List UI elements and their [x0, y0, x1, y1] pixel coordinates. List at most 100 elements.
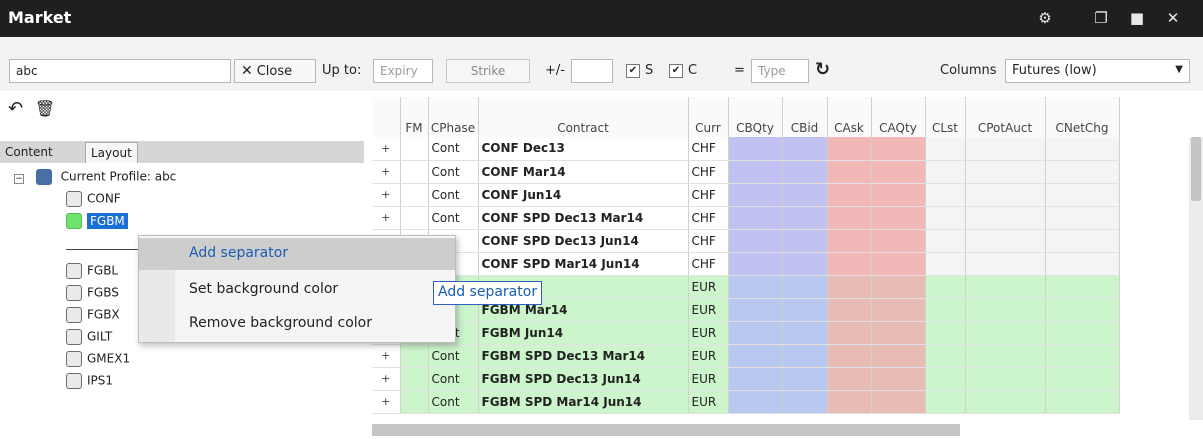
expand-row-icon[interactable]: +: [372, 390, 401, 414]
column-header[interactable]: Contract: [478, 97, 689, 137]
tree-item[interactable]: FGBL: [66, 263, 118, 281]
table-row[interactable]: + Cont CONF SPD Dec13 Mar14 CHF: [372, 206, 1120, 230]
table-cell-curr: EUR: [688, 344, 729, 368]
table-cell-cbqty: [728, 298, 783, 322]
table-cell-fm: [400, 390, 429, 414]
table-cell-cbid: [782, 390, 828, 414]
table-cell-cnetchg: [1045, 252, 1120, 276]
table-row[interactable]: + Cont FGBM SPD Dec13 Mar14 EUR: [372, 344, 1120, 368]
menu-item-add-separator[interactable]: Add separator: [139, 238, 455, 270]
expand-row-icon[interactable]: +: [372, 344, 401, 368]
columns-label: Columns: [940, 63, 997, 78]
table-row[interactable]: + Cont FGBM SPD Dec13 Jun14 EUR: [372, 367, 1120, 391]
table-cell-caqty: [871, 252, 926, 276]
column-header[interactable]: CLst: [925, 97, 966, 137]
s-checkbox[interactable]: ✔: [626, 64, 640, 78]
expand-row-icon[interactable]: +: [372, 183, 401, 207]
trash-icon[interactable]: 🗑: [35, 99, 55, 118]
columns-select[interactable]: Futures (low) ▼: [1005, 59, 1190, 83]
expiry-field[interactable]: Expiry: [373, 59, 433, 83]
table-cell-fm: [400, 344, 429, 368]
table-cell-cbqty: [728, 344, 783, 368]
collapse-icon[interactable]: −: [14, 173, 24, 184]
search-input[interactable]: abc: [9, 59, 231, 83]
table-row[interactable]: +ntCONF SPD Mar14 Jun14CHF: [372, 252, 1120, 276]
expand-row-icon[interactable]: +: [372, 137, 401, 161]
undo-icon[interactable]: ↶: [8, 98, 23, 119]
table-row[interactable]: + Cont CONF Dec13 CHF: [372, 137, 1120, 161]
table-cell-clst: [925, 390, 966, 414]
table-cell-fm: [400, 137, 429, 161]
menu-item-set-background[interactable]: Set background color: [139, 274, 455, 306]
column-header[interactable]: FM: [400, 97, 429, 137]
table-cell-cbid: [782, 206, 828, 230]
table-row[interactable]: + Cont CONF Jun14 CHF: [372, 183, 1120, 207]
detach-icon[interactable]: ❐: [1091, 8, 1111, 28]
tree-item[interactable]: FGBX: [66, 307, 120, 325]
table-cell-cbid: [782, 183, 828, 207]
table-cell-contract: CONF Dec13: [478, 137, 689, 161]
close-icon[interactable]: ✕: [1163, 8, 1183, 28]
column-header[interactable]: CAsk: [827, 97, 872, 137]
tab-content[interactable]: Content: [0, 142, 58, 163]
table-row[interactable]: + Cont FGBM SPD Mar14 Jun14 EUR: [372, 390, 1120, 414]
table-cell-cbqty: [728, 137, 783, 161]
table-cell-cbid: [782, 252, 828, 276]
column-header[interactable]: CPhase: [428, 97, 479, 137]
vertical-scrollbar[interactable]: [1189, 137, 1203, 420]
c-label: C: [688, 63, 698, 78]
close-button[interactable]: ✕ Close: [234, 59, 316, 83]
column-header[interactable]: CNetChg: [1045, 97, 1120, 137]
expand-row-icon[interactable]: +: [372, 160, 401, 184]
expand-row-icon[interactable]: +: [372, 367, 401, 391]
tree-item[interactable]: GILT: [66, 329, 112, 347]
gear-icon[interactable]: ⚙: [1035, 8, 1055, 28]
table-row[interactable]: + Cont CONF Mar14 CHF: [372, 160, 1120, 184]
table-cell-clst: [925, 252, 966, 276]
table-cell-curr: CHF: [688, 183, 729, 207]
type-field[interactable]: Type: [751, 59, 809, 83]
column-header[interactable]: CPotAuct: [965, 97, 1046, 137]
tree-item[interactable]: CONF: [66, 191, 121, 209]
tree-item[interactable]: GMEX1: [66, 351, 130, 369]
table-cell-cnetchg: [1045, 344, 1120, 368]
maximize-icon[interactable]: ■: [1127, 8, 1147, 28]
tree-item[interactable]: FGBS: [66, 285, 119, 303]
scrollbar-thumb[interactable]: [1191, 137, 1201, 201]
table-cell-curr: CHF: [688, 206, 729, 230]
table-cell-phase: Cont: [428, 390, 479, 414]
table-cell-cnetchg: [1045, 137, 1120, 161]
contract-icon: [66, 329, 82, 345]
strike-button[interactable]: Strike: [446, 59, 530, 83]
table-cell-contract: CONF SPD Dec13 Jun14: [478, 229, 689, 253]
column-header[interactable]: CBQty: [728, 97, 783, 137]
table-row[interactable]: +ContFGBM Jun14EUR: [372, 321, 1120, 345]
column-header[interactable]: CBid: [782, 97, 828, 137]
menu-item-remove-background[interactable]: Remove background color: [139, 308, 455, 340]
table-cell-caqty: [871, 321, 926, 345]
tree-item[interactable]: IPS1: [66, 373, 113, 391]
tab-layout[interactable]: Layout: [85, 142, 138, 163]
table-cell-clst: [925, 137, 966, 161]
table-row[interactable]: +ntCONF SPD Dec13 Jun14CHF: [372, 229, 1120, 253]
grid-body: + Cont CONF Dec13 CHF + Cont CONF Mar14 CHF + Con…: [372, 137, 1120, 414]
close-x-icon: ✕: [241, 63, 253, 79]
tree-item-label: IPS1: [87, 373, 114, 388]
horizontal-scrollbar[interactable]: [372, 424, 960, 436]
c-checkbox[interactable]: ✔: [669, 64, 683, 78]
refresh-icon[interactable]: ↻: [815, 59, 830, 80]
table-cell-cask: [827, 160, 872, 184]
table-cell-phase: Cont: [428, 367, 479, 391]
tree-root[interactable]: − Current Profile: abc: [14, 169, 176, 187]
table-cell-cnetchg: [1045, 206, 1120, 230]
table-cell-phase: Cont: [428, 183, 479, 207]
tree-item-selected[interactable]: FGBM: [66, 212, 128, 231]
tree-item-label: FGBM: [87, 212, 128, 229]
plusminus-field[interactable]: [571, 59, 613, 83]
table-cell-cpotauct: [965, 229, 1046, 253]
table-cell-fm: [400, 160, 429, 184]
column-header[interactable]: CAQty: [871, 97, 926, 137]
expand-row-icon[interactable]: +: [372, 206, 401, 230]
column-header[interactable]: Curr: [688, 97, 729, 137]
table-cell-cpotauct: [965, 298, 1046, 322]
